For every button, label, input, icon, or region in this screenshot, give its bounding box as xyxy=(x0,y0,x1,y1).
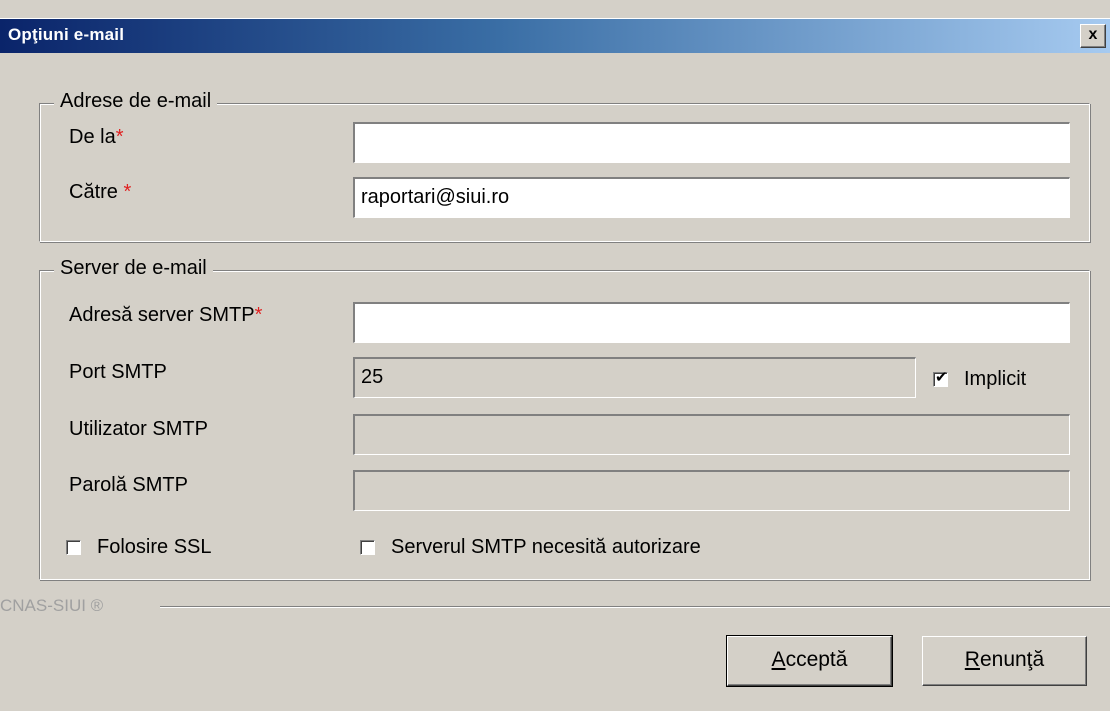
smtp-port-field[interactable]: 25 xyxy=(353,357,916,398)
close-icon: x xyxy=(1088,26,1098,43)
from-field[interactable] xyxy=(353,122,1070,163)
smtp-auth-check-icon xyxy=(360,540,375,555)
smtp-user-label: Utilizator SMTP xyxy=(69,418,208,440)
to-label: Către * xyxy=(69,181,132,203)
smtp-address-field[interactable] xyxy=(353,302,1070,343)
email-options-dialog: Opţiuni e-mail x Adrese de e-mail De la*… xyxy=(0,0,1110,711)
smtp-password-field[interactable] xyxy=(353,470,1070,511)
from-label: De la* xyxy=(69,126,124,148)
smtp-auth-checkbox[interactable]: Serverul SMTP necesită autorizare xyxy=(360,536,701,559)
smtp-address-required-mark: * xyxy=(254,304,263,326)
footer-divider xyxy=(160,606,1110,608)
close-button[interactable]: x xyxy=(1080,24,1106,48)
use-ssl-check-icon xyxy=(66,540,81,555)
from-required-mark: * xyxy=(115,126,124,148)
accept-button[interactable]: Acceptă xyxy=(726,635,893,687)
default-port-check-icon xyxy=(933,368,948,387)
smtp-port-label: Port SMTP xyxy=(69,361,167,383)
cancel-button[interactable]: Renunţă xyxy=(922,636,1087,686)
smtp-auth-label: Serverul SMTP necesită autorizare xyxy=(391,536,701,558)
smtp-user-field[interactable] xyxy=(353,414,1070,455)
email-server-group-title: Server de e-mail xyxy=(54,257,213,280)
smtp-address-label: Adresă server SMTP* xyxy=(69,304,263,326)
to-required-mark: * xyxy=(123,181,132,203)
cancel-label: enunţă xyxy=(979,648,1045,671)
accept-label: cceptă xyxy=(785,648,848,671)
email-addresses-group-title: Adrese de e-mail xyxy=(54,90,218,113)
use-ssl-label: Folosire SSL xyxy=(97,536,212,558)
window-title: Opţiuni e-mail xyxy=(8,25,125,44)
to-field[interactable]: raportari@siui.ro xyxy=(353,177,1070,218)
title-bar[interactable]: Opţiuni e-mail x xyxy=(0,18,1110,53)
cancel-mnemonic: R xyxy=(964,648,980,671)
accept-mnemonic: A xyxy=(771,648,786,671)
footer-brand: CNAS-SIUI ® xyxy=(0,596,112,616)
default-port-checkbox[interactable]: Implicit xyxy=(933,368,1026,391)
default-port-label: Implicit xyxy=(964,368,1027,390)
use-ssl-checkbox[interactable]: Folosire SSL xyxy=(66,536,212,559)
smtp-password-label: Parolă SMTP xyxy=(69,474,188,496)
